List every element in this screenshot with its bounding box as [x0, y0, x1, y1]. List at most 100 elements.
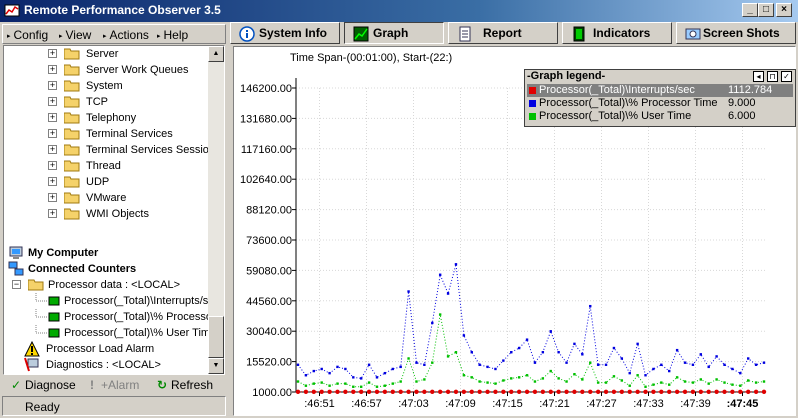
close-button[interactable]: ×: [776, 3, 792, 17]
expand-icon[interactable]: +: [48, 129, 57, 138]
data-point: [754, 363, 758, 366]
expand-icon[interactable]: +: [48, 161, 57, 170]
legend-entry[interactable]: Processor(_Total)\Interrupts/sec 1112.784: [527, 84, 793, 97]
data-point: [675, 376, 679, 379]
data-point: [652, 383, 655, 386]
data-point: [352, 376, 355, 379]
menu-help[interactable]: ▸ Help: [157, 28, 188, 42]
tree-item-folder[interactable]: + VMware: [48, 190, 218, 206]
data-point: [344, 367, 347, 371]
legend-entry[interactable]: Processor(_Total)\% User Time 6.000: [527, 110, 793, 123]
diagnose-button[interactable]: ✓ Diagnose: [10, 377, 76, 393]
tab-screen-shots[interactable]: Screen Shots: [676, 22, 796, 44]
menu-view[interactable]: ▸ View: [59, 28, 91, 42]
tab-indicators[interactable]: Indicators: [562, 22, 672, 44]
data-point: [454, 351, 458, 354]
data-point: [398, 389, 403, 394]
data-point: [430, 389, 435, 394]
data-point: [423, 363, 426, 366]
data-point: [335, 389, 340, 394]
counter-tree[interactable]: + Server + Server Work Queues + System + TCP + Te…: [3, 45, 225, 375]
data-point: [438, 313, 442, 316]
menu-config[interactable]: ▸ Config: [7, 28, 48, 42]
expand-icon[interactable]: +: [48, 49, 57, 58]
tree-item-folder[interactable]: + Terminal Services Session: [48, 142, 218, 158]
data-point: [470, 351, 473, 354]
data-point: [581, 378, 584, 381]
expand-icon[interactable]: +: [48, 113, 57, 122]
tree-item-my-computer[interactable]: My Computer: [8, 245, 208, 261]
data-point: [644, 374, 647, 377]
expand-icon[interactable]: +: [48, 145, 57, 154]
data-point: [691, 363, 695, 366]
data-point: [682, 389, 688, 394]
folder-icon: [64, 112, 80, 124]
data-point: [525, 338, 529, 341]
refresh-button[interactable]: ↻ Refresh: [156, 377, 213, 393]
alarm-icon: !: [90, 378, 94, 392]
tree-item-folder[interactable]: + Server Work Queues: [48, 62, 218, 78]
tree-item-alarm[interactable]: Processor Load Alarm: [24, 341, 224, 357]
expand-icon[interactable]: +: [48, 97, 57, 106]
data-point: [486, 381, 489, 384]
tree-item-counter[interactable]: Processor(_Total)\Interrupts/sec: [34, 293, 220, 309]
tree-item-counter[interactable]: Processor(_Total)\% Processor Time: [34, 309, 224, 325]
legend-entry[interactable]: Processor(_Total)\% Processor Time 9.000: [527, 97, 793, 110]
data-point: [699, 353, 703, 356]
folder-icon: [64, 160, 80, 172]
tree-item-processor-data[interactable]: − Processor data : <LOCAL>: [8, 277, 218, 293]
expand-icon[interactable]: +: [48, 193, 57, 202]
tree-item-folder[interactable]: + Thread: [48, 158, 218, 174]
graph-legend[interactable]: -Graph legend- ◂ ⊓ ✓ Processor(_Total)\I…: [524, 69, 796, 127]
counter-icon: [35, 325, 60, 338]
add-alarm-button[interactable]: ! +Alarm: [86, 377, 139, 393]
data-point: [327, 389, 332, 394]
tree-item-diagnostics[interactable]: Diagnostics : <LOCAL>: [24, 357, 224, 373]
data-point: [517, 346, 521, 350]
expand-icon[interactable]: +: [48, 209, 57, 218]
tree-item-connected-counters[interactable]: Connected Counters: [8, 261, 208, 277]
legend-pin-icon[interactable]: ⊓: [767, 71, 778, 82]
tree-item-folder[interactable]: + Telephony: [48, 110, 218, 126]
tab-report[interactable]: Report: [448, 22, 558, 44]
minimize-button[interactable]: _: [742, 3, 758, 17]
menu-actions[interactable]: ▸ Actions: [103, 28, 149, 42]
tree-item-folder[interactable]: + Terminal Services: [48, 126, 218, 142]
data-point: [312, 382, 315, 385]
tree-item-folder[interactable]: + UDP: [48, 174, 218, 190]
data-point: [627, 389, 632, 394]
data-point: [478, 363, 481, 366]
tree-item-folder[interactable]: + System: [48, 78, 218, 94]
data-point: [761, 389, 767, 394]
scroll-up-icon[interactable]: ▲: [208, 46, 224, 62]
data-point: [415, 361, 418, 364]
legend-collapse-icon[interactable]: ◂: [753, 71, 764, 82]
data-point: [382, 389, 388, 394]
legend-check-icon[interactable]: ✓: [781, 71, 792, 82]
data-point: [589, 304, 592, 308]
expand-icon[interactable]: +: [48, 81, 57, 90]
data-point: [659, 389, 664, 394]
title-bar: Remote Performance Observer 3.5 _ □ ×: [0, 0, 798, 22]
tab-system-info[interactable]: System Info: [230, 22, 340, 44]
tab-graph[interactable]: Graph: [344, 22, 444, 44]
collapse-icon[interactable]: −: [12, 280, 21, 289]
expand-icon[interactable]: +: [48, 177, 57, 186]
data-point: [690, 389, 696, 394]
tree-item-counter[interactable]: Processor(_Total)\% User Time: [34, 325, 216, 341]
data-point: [462, 374, 466, 377]
tree-scrollbar[interactable]: ▲ ▼: [208, 46, 224, 374]
scroll-down-icon[interactable]: ▼: [208, 358, 224, 374]
data-point: [351, 389, 356, 394]
scroll-thumb[interactable]: [208, 316, 224, 358]
tree-item-folder[interactable]: + Server: [48, 46, 218, 62]
data-point: [588, 389, 593, 394]
graph-panel[interactable]: Time Span-(00:01:00), Start-(22:) 146200.…: [233, 46, 796, 416]
menu-arrow-icon: ▸: [7, 33, 11, 40]
counter-icon: [35, 309, 60, 322]
data-point: [383, 384, 387, 387]
tree-item-folder[interactable]: + WMI Objects: [48, 206, 218, 222]
maximize-button[interactable]: □: [758, 3, 774, 17]
expand-icon[interactable]: +: [48, 65, 57, 74]
tree-item-folder[interactable]: + TCP: [48, 94, 218, 110]
